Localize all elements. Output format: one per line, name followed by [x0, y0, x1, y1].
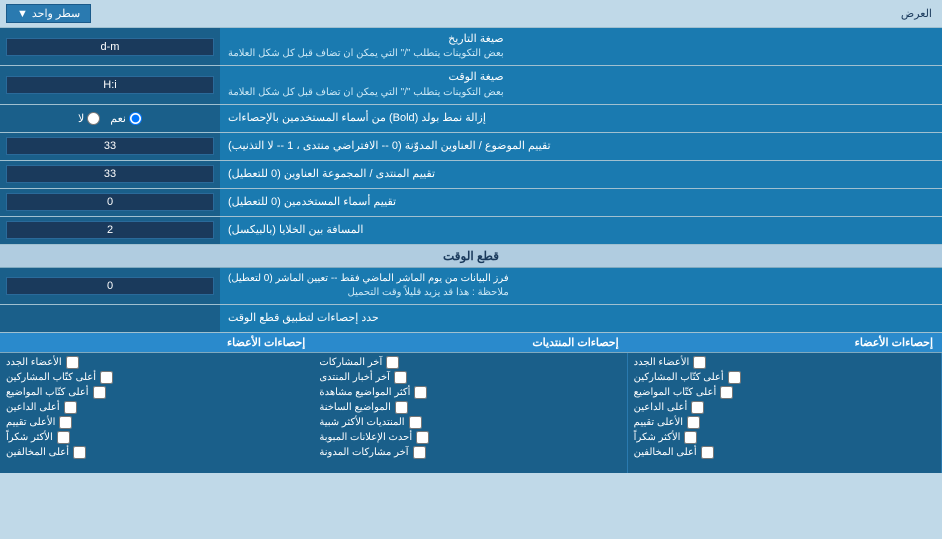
stats-checkbox[interactable] — [93, 386, 106, 399]
stats-checkbox[interactable] — [728, 371, 741, 384]
usernames-input[interactable] — [6, 193, 214, 211]
cutoff-input[interactable] — [6, 277, 214, 295]
stats-item: أعلى كتّاب المواضيع — [4, 385, 309, 400]
date-format-input-container — [0, 28, 220, 65]
stats-item: الأعلى تقييم — [632, 415, 937, 430]
stats-item: الأعضاء الجدد — [4, 355, 309, 370]
forum-headings-input-container — [0, 161, 220, 188]
cutoff-input-container — [0, 268, 220, 304]
stats-checkbox[interactable] — [720, 386, 733, 399]
stats-col-1: آخر المشاركات آخر أخبار المنتدى أكثر الم… — [313, 353, 627, 473]
stats-col-headers: إحصاءات الأعضاء إحصاءات المنتديات إحصاءا… — [0, 333, 942, 353]
date-format-row: صيغة التاريخ بعض التكوينات يتطلب "/" الت… — [0, 28, 942, 66]
stats-checkbox[interactable] — [409, 416, 422, 429]
cell-spacing-label: المسافة بين الخلايا (بالبيكسل) — [220, 217, 942, 244]
cell-spacing-row: المسافة بين الخلايا (بالبيكسل) — [0, 217, 942, 245]
stats-header-label: حدد إحصاءات لتطبيق قطع الوقت — [220, 305, 942, 332]
stats-item: أعلى المخالفين — [4, 445, 309, 460]
time-format-label: صيغة الوقت بعض التكوينات يتطلب "/" التي … — [220, 66, 942, 103]
stats-item: آخر مشاركات المدونة — [317, 445, 622, 460]
dropdown-arrow-icon: ▼ — [17, 8, 28, 20]
stats-checkbox[interactable] — [414, 386, 427, 399]
forum-headings-input[interactable] — [6, 165, 214, 183]
bold-names-label: إزالة نمط بولد (Bold) من أسماء المستخدمي… — [220, 105, 942, 132]
stats-checkbox[interactable] — [59, 416, 72, 429]
stats-checkbox[interactable] — [693, 356, 706, 369]
stats-item: المنتديات الأكثر شبية — [317, 415, 622, 430]
radio-no[interactable] — [87, 112, 100, 125]
date-format-label: صيغة التاريخ بعض التكوينات يتطلب "/" الت… — [220, 28, 942, 65]
time-format-input-container — [0, 66, 220, 103]
topic-headings-row: تقييم الموضوع / العناوين المدوّنة (0 -- … — [0, 133, 942, 161]
stats-items-container: الأعضاء الجدد أعلى كتّاب المشاركين أعلى … — [0, 353, 942, 473]
stats-item: آخر أخبار المنتدى — [317, 370, 622, 385]
display-dropdown[interactable]: سطر واحد ▼ — [6, 4, 91, 23]
stats-item: أعلى الداعين — [4, 400, 309, 415]
stats-header-spacer — [0, 305, 220, 332]
stats-item: المواضيع الساخنة — [317, 400, 622, 415]
stats-header-row: حدد إحصاءات لتطبيق قطع الوقت — [0, 305, 942, 333]
forum-headings-label: تقييم المنتدى / المجموعة العناوين (0 للت… — [220, 161, 942, 188]
stats-item: آخر المشاركات — [317, 355, 622, 370]
stats-checkbox[interactable] — [100, 371, 113, 384]
forum-headings-row: تقييم المنتدى / المجموعة العناوين (0 للت… — [0, 161, 942, 189]
stats-checkbox[interactable] — [701, 446, 714, 459]
topic-headings-input-container — [0, 133, 220, 160]
stats-item: أكثر المواضيع مشاهدة — [317, 385, 622, 400]
stats-checkbox[interactable] — [395, 401, 408, 414]
stats-item: أعلى كتّاب المواضيع — [632, 385, 937, 400]
stats-checkbox[interactable] — [394, 371, 407, 384]
cutoff-label: فرز البيانات من يوم الماشر الماضي فقط --… — [220, 268, 942, 304]
usernames-input-container — [0, 189, 220, 216]
stats-checkbox[interactable] — [66, 356, 79, 369]
stats-checkbox[interactable] — [684, 431, 697, 444]
stats-item: أعلى المخالفين — [632, 445, 937, 460]
cutoff-section-header: قطع الوقت — [0, 245, 942, 268]
stats-item: الأكثر شكراً — [632, 430, 937, 445]
stats-checkbox[interactable] — [73, 446, 86, 459]
stats-checkbox[interactable] — [691, 401, 704, 414]
stats-item: الأكثر شكراً — [4, 430, 309, 445]
cell-spacing-input[interactable] — [6, 221, 214, 239]
dropdown-label: سطر واحد — [32, 7, 80, 20]
stats-checkbox[interactable] — [687, 416, 700, 429]
cell-spacing-input-container — [0, 217, 220, 244]
stats-col-2: الأعضاء الجدد أعلى كتّاب المشاركين أعلى … — [628, 353, 942, 473]
radio-yes-label: نعم — [110, 112, 142, 125]
stats-col-header-1: إحصاءات المنتديات — [313, 333, 627, 352]
stats-checkbox[interactable] — [64, 401, 77, 414]
top-row: العرض سطر واحد ▼ — [0, 0, 942, 28]
bold-names-radio-container: نعم لا — [0, 105, 220, 132]
stats-item: أعلى كتّاب المشاركين — [4, 370, 309, 385]
stats-item: الأعلى تقييم — [4, 415, 309, 430]
radio-yes[interactable] — [129, 112, 142, 125]
time-format-row: صيغة الوقت بعض التكوينات يتطلب "/" التي … — [0, 66, 942, 104]
stats-checkbox[interactable] — [413, 446, 426, 459]
stats-item: أعلى كتّاب المشاركين — [632, 370, 937, 385]
topic-headings-label: تقييم الموضوع / العناوين المدوّنة (0 -- … — [220, 133, 942, 160]
time-format-input[interactable] — [6, 76, 214, 94]
top-row-label: العرض — [91, 7, 936, 20]
stats-checkbox[interactable] — [386, 356, 399, 369]
stats-item: أعلى الداعين — [632, 400, 937, 415]
stats-checkbox[interactable] — [57, 431, 70, 444]
usernames-row: تقييم أسماء المستخدمين (0 للتعطيل) — [0, 189, 942, 217]
stats-col-0: الأعضاء الجدد أعلى كتّاب المشاركين أعلى … — [0, 353, 313, 473]
stats-col-header-2: إحصاءات الأعضاء — [628, 333, 942, 352]
radio-no-label: لا — [78, 112, 100, 125]
date-format-input[interactable] — [6, 38, 214, 56]
stats-item: الأعضاء الجدد — [632, 355, 937, 370]
cutoff-row: فرز البيانات من يوم الماشر الماضي فقط --… — [0, 268, 942, 305]
topic-headings-input[interactable] — [6, 137, 214, 155]
stats-checkbox[interactable] — [416, 431, 429, 444]
bold-names-row: إزالة نمط بولد (Bold) من أسماء المستخدمي… — [0, 105, 942, 133]
stats-col-header-0: إحصاءات الأعضاء — [0, 333, 313, 352]
usernames-label: تقييم أسماء المستخدمين (0 للتعطيل) — [220, 189, 942, 216]
stats-item: أحدث الإعلانات المبوبة — [317, 430, 622, 445]
